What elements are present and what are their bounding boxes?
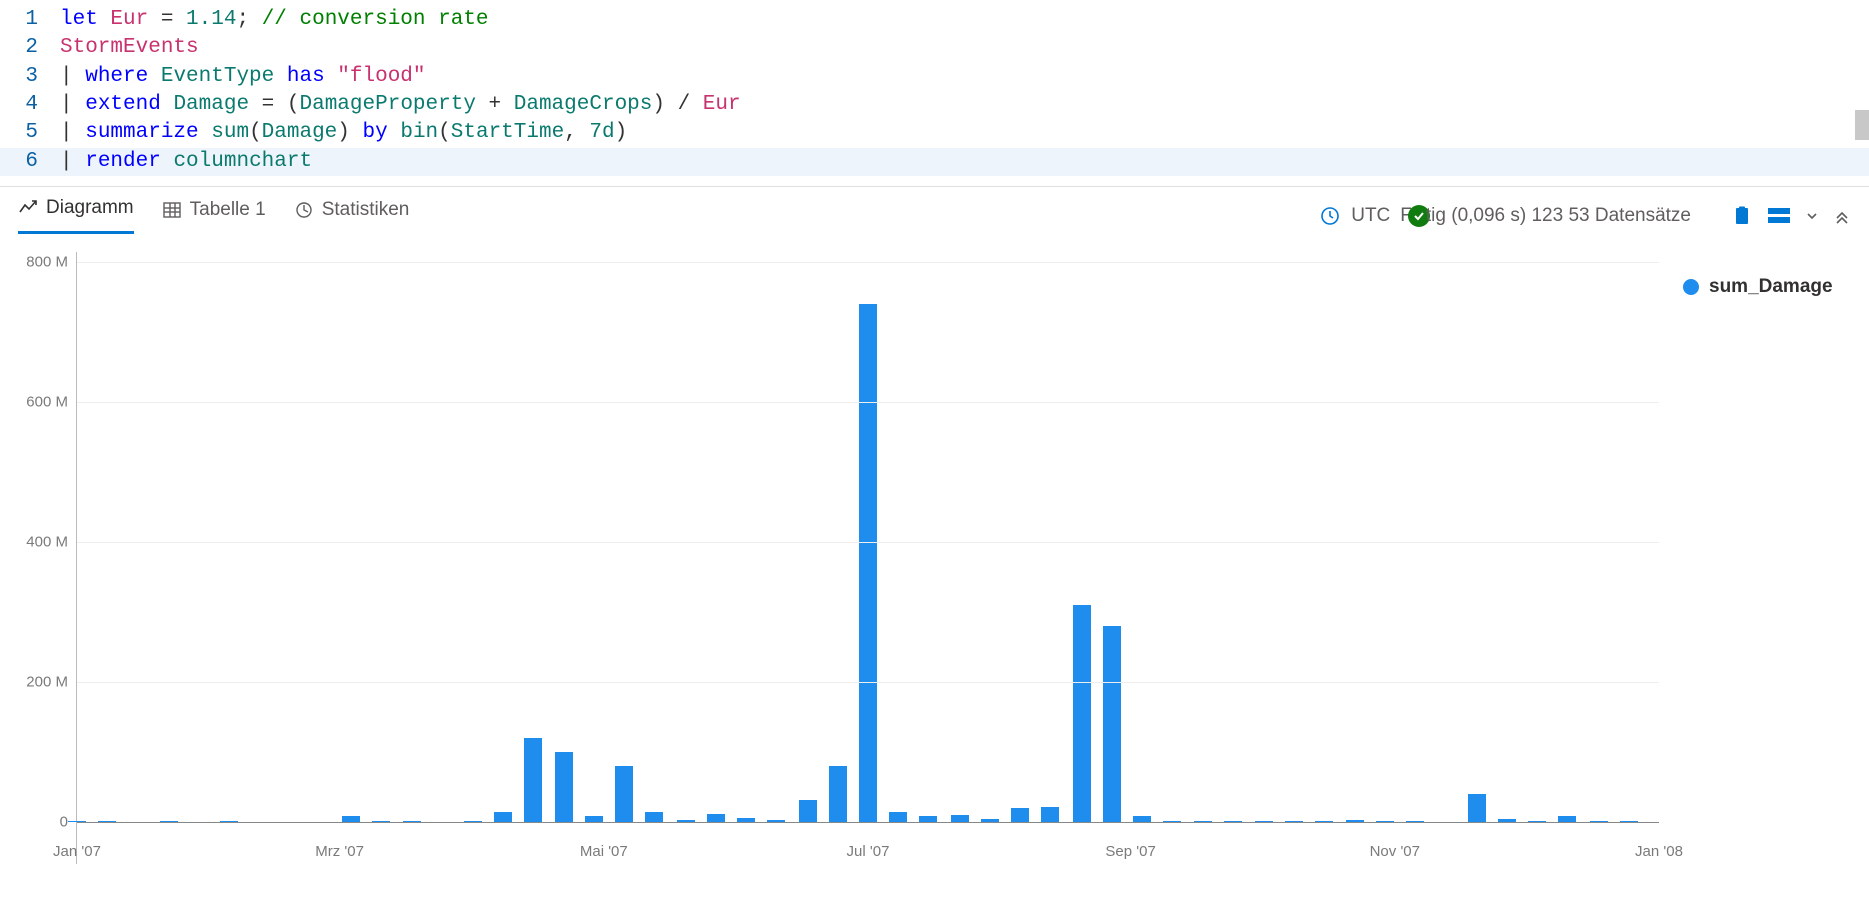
line-number: 4 <box>0 91 60 119</box>
legend-label: sum_Damage <box>1709 276 1833 298</box>
code-line[interactable]: 1let Eur = 1.14; // conversion rate <box>0 6 1869 34</box>
chart-bar[interactable] <box>799 800 817 822</box>
table-icon <box>162 200 182 220</box>
tab-stats[interactable]: Statistiken <box>294 199 410 233</box>
x-tick: Jan '08 <box>1635 843 1683 860</box>
chart-bar[interactable] <box>1041 807 1059 822</box>
tab-diagram-label: Diagramm <box>46 197 134 219</box>
x-tick: Mrz '07 <box>315 843 364 860</box>
legend-item[interactable]: sum_Damage <box>1683 276 1859 298</box>
status-fertig-post: tig (0,096 s) 123 53 Datensätze <box>1426 205 1691 227</box>
chart-bar[interactable] <box>951 815 969 822</box>
x-tick: Nov '07 <box>1370 843 1420 860</box>
line-number: 2 <box>0 34 60 62</box>
clock-icon <box>1319 205 1341 227</box>
legend-swatch <box>1683 279 1699 295</box>
code-editor[interactable]: 1let Eur = 1.14; // conversion rate2Stor… <box>0 0 1869 187</box>
x-tick: Jan '07 <box>53 843 101 860</box>
chart-bar[interactable] <box>829 766 847 822</box>
line-number: 1 <box>0 6 60 34</box>
code-content[interactable]: let Eur = 1.14; // conversion rate <box>60 6 489 34</box>
chart-area: 0 200 M 400 M 600 M 800 M Jan '07 Mrz '07 Mai … <box>0 234 1869 874</box>
tab-table-label: Tabelle 1 <box>190 199 266 221</box>
chart-bar[interactable] <box>615 766 633 822</box>
tab-table[interactable]: Tabelle 1 <box>162 199 266 233</box>
code-content[interactable]: | render columnchart <box>60 148 312 176</box>
y-tick: 200 M <box>26 674 68 691</box>
x-tick: Mai '07 <box>580 843 628 860</box>
minimap-marker[interactable] <box>1855 110 1869 140</box>
status-area: UTC F tig (0,096 s) 123 53 Datensätze <box>1319 205 1691 227</box>
code-line[interactable]: 3| where EventType has "flood" <box>0 63 1869 91</box>
results-toolbar: Diagramm Tabelle 1 Statistiken UTC F tig… <box>0 187 1869 234</box>
stats-icon <box>294 200 314 220</box>
code-line[interactable]: 4| extend Damage = (DamageProperty + Dam… <box>0 91 1869 119</box>
chart-bar[interactable] <box>1073 605 1091 822</box>
chart-legend: sum_Damage <box>1659 252 1859 864</box>
chart-bar[interactable] <box>555 752 573 822</box>
y-axis: 0 200 M 400 M 600 M 800 M <box>20 252 76 864</box>
chart-bar[interactable] <box>859 304 877 822</box>
chart-bar[interactable] <box>1468 794 1486 822</box>
y-tick: 0 <box>60 814 68 831</box>
clipboard-button[interactable] <box>1731 205 1753 227</box>
x-axis: Jan '07Mrz '07Mai '07Jul '07Sep '07Nov '… <box>77 834 1659 864</box>
chart-bar[interactable] <box>889 812 907 823</box>
layout-button[interactable] <box>1767 205 1791 227</box>
chart-bar[interactable] <box>1011 808 1029 822</box>
x-tick: Jul '07 <box>847 843 890 860</box>
chart-bar[interactable] <box>494 812 512 823</box>
tab-stats-label: Statistiken <box>322 199 410 221</box>
chart-bar[interactable] <box>1103 626 1121 822</box>
code-line[interactable]: 6| render columnchart <box>0 148 1869 176</box>
chart-bar[interactable] <box>645 812 663 823</box>
line-number: 6 <box>0 148 60 176</box>
code-content[interactable]: | extend Damage = (DamageProperty + Dama… <box>60 91 741 119</box>
code-line[interactable]: 5| summarize sum(Damage) by bin(StartTim… <box>0 119 1869 147</box>
code-content[interactable]: | summarize sum(Damage) by bin(StartTime… <box>60 119 627 147</box>
status-fertig-wrap: F tig (0,096 s) 123 53 Datensätze <box>1400 205 1691 227</box>
code-line[interactable]: 2StormEvents <box>0 34 1869 62</box>
collapse-button[interactable] <box>1833 207 1851 225</box>
line-number: 5 <box>0 119 60 147</box>
chart-bar[interactable] <box>707 814 725 822</box>
y-tick: 800 M <box>26 254 68 271</box>
chart-icon <box>18 198 38 218</box>
chart-plot[interactable]: Jan '07Mrz '07Mai '07Jul '07Sep '07Nov '… <box>76 252 1659 864</box>
code-content[interactable]: StormEvents <box>60 34 199 62</box>
x-tick: Sep '07 <box>1105 843 1155 860</box>
y-tick: 400 M <box>26 534 68 551</box>
y-tick: 600 M <box>26 394 68 411</box>
status-utc: UTC <box>1351 205 1390 227</box>
line-number: 3 <box>0 63 60 91</box>
code-content[interactable]: | where EventType has "flood" <box>60 63 426 91</box>
chart-bar[interactable] <box>524 738 542 822</box>
layout-dropdown[interactable] <box>1805 209 1819 223</box>
tab-diagram[interactable]: Diagramm <box>18 197 134 234</box>
